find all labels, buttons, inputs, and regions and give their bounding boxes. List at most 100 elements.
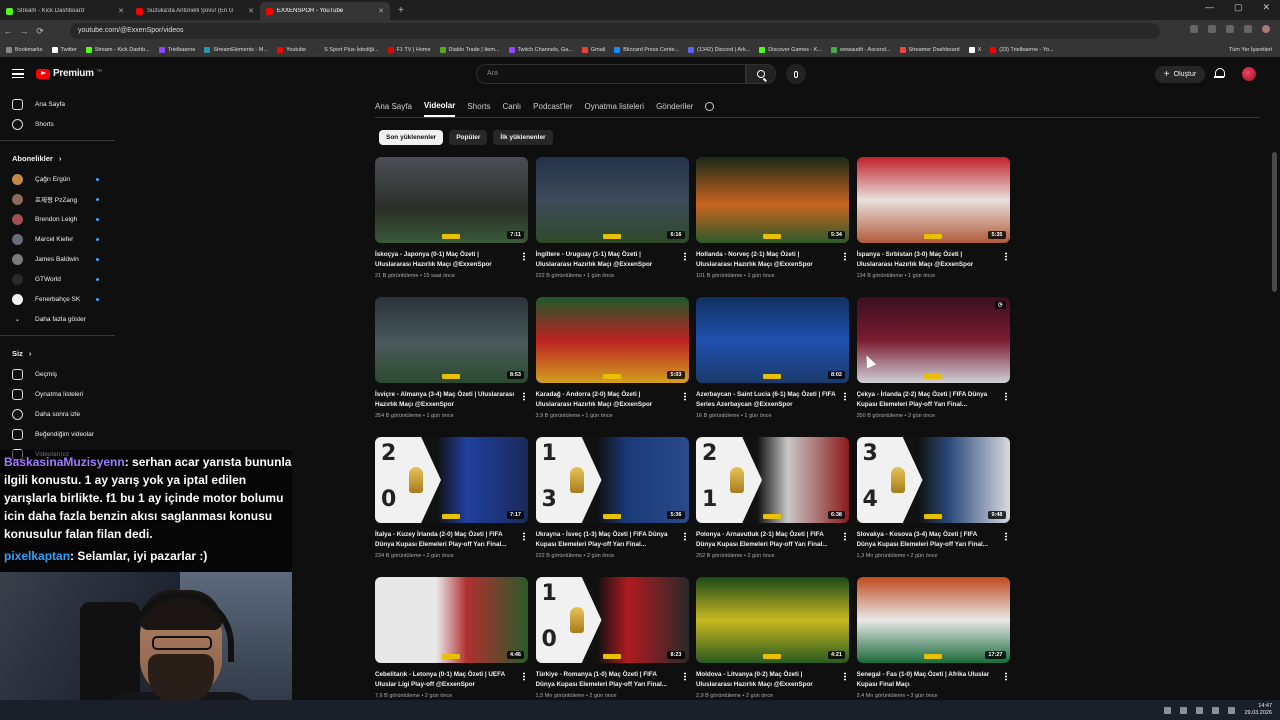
video-thumbnail[interactable]: 1 3 5:36 [535, 437, 689, 523]
search-button[interactable] [746, 64, 776, 84]
more-actions-icon[interactable] [1004, 392, 1007, 401]
bookmark-item[interactable]: F1 TV | Home [387, 46, 431, 53]
video-title[interactable]: Hollanda - Norveç (2-1) Maç Özeti | Ulus… [696, 250, 836, 269]
browser-tab[interactable]: Stream - Kick Dashboard ✕ [0, 2, 130, 20]
bookmark-item[interactable]: StreamElements - M... [204, 46, 268, 53]
maximize-icon[interactable]: ▢ [1234, 2, 1243, 13]
back-icon[interactable]: ← [0, 26, 16, 36]
sidebar-item-history[interactable]: Geçmiş [0, 364, 115, 384]
menu-icon[interactable] [12, 69, 24, 78]
search-input[interactable]: Ara [476, 64, 746, 84]
profile-icon[interactable] [1262, 25, 1270, 33]
video-title[interactable]: İtalya - Kuzey İrlanda (2-0) Maç Özeti |… [375, 530, 515, 549]
bookmark-item[interactable]: Discover Games - K... [759, 46, 822, 53]
browser-tab[interactable]: Suzuka'da Antonelli Şovu! (En G ✕ [130, 2, 260, 20]
more-actions-icon[interactable] [1004, 252, 1007, 261]
video-title[interactable]: Polonya - Arnavutluk (2-1) Maç Özeti | F… [696, 530, 836, 549]
video-title[interactable]: İsviçre - Almanya (3-4) Maç Özeti | Ulus… [375, 390, 515, 409]
more-actions-icon[interactable] [683, 672, 686, 681]
bookmark-item[interactable]: Streamer Dashboard [899, 46, 960, 53]
close-tab-icon[interactable]: ✕ [248, 7, 254, 15]
more-actions-icon[interactable] [844, 532, 846, 541]
extension-icon[interactable] [1190, 25, 1198, 33]
tab-videolar[interactable]: Videolar [423, 101, 456, 117]
filter-chip[interactable]: İlk yüklenenler [493, 130, 553, 145]
tray-icon[interactable] [1196, 706, 1204, 714]
video-thumbnail[interactable]: ◷ [856, 297, 1010, 383]
bookmark-item[interactable]: Stream - Kick Dashb... [85, 46, 150, 53]
bookmark-item[interactable]: (1342) Discord | Ark... [688, 46, 750, 53]
more-actions-icon[interactable] [523, 532, 525, 541]
sidebar-subscription[interactable]: 프제짱 PzZang [0, 189, 115, 209]
bookmark-item[interactable]: Youtube [277, 46, 306, 53]
url-input[interactable]: youtube.com/@ExxenSpor/videos [70, 23, 1160, 39]
forward-icon[interactable]: → [16, 26, 32, 36]
youtube-logo[interactable]: Premium TR [36, 68, 102, 79]
tab-podcast-ler[interactable]: Podcast'ler [533, 102, 572, 116]
extension-icon[interactable] [1208, 25, 1216, 33]
video-title[interactable]: Ukrayna - İsveç (1-3) Maç Özeti | FIFA D… [536, 530, 676, 549]
create-button[interactable]: + Oluştur [1155, 66, 1205, 83]
video-title[interactable]: Moldova - Litvanya (0-2) Maç Özeti | Ulu… [696, 670, 836, 689]
filter-chip[interactable]: Popüler [449, 130, 488, 145]
system-clock[interactable]: 14:47 29.03.2026 [1244, 703, 1272, 717]
bookmark-item[interactable]: Twitter [51, 46, 77, 53]
close-tab-icon[interactable]: ✕ [378, 7, 384, 15]
tab-oynatma-listeleri[interactable]: Oynatma listeleri [584, 102, 644, 116]
extension-icon[interactable] [1244, 25, 1252, 33]
video-thumbnail[interactable]: 1 0 8:23 [535, 577, 689, 663]
bookmark-item[interactable]: Gmail [581, 46, 605, 53]
video-title[interactable]: İngiltere - Uruguay (1-1) Maç Özeti | Ul… [536, 250, 676, 269]
watch-later-icon[interactable]: ◷ [994, 301, 1006, 309]
tab-ana-sayfa[interactable]: Ana Sayfa [375, 102, 412, 116]
sidebar-item-playlists[interactable]: Oynatma listeleri [0, 384, 115, 404]
sidebar-subscription[interactable]: Marcel Kiefer [0, 229, 115, 249]
channel-search-icon[interactable] [705, 102, 715, 111]
tray-icon[interactable] [1180, 706, 1188, 714]
bookmark-item[interactable]: Blizzard Press Cente... [614, 46, 679, 53]
more-actions-icon[interactable] [1004, 532, 1007, 541]
more-actions-icon[interactable] [683, 532, 686, 541]
more-actions-icon[interactable] [844, 672, 846, 681]
bookmark-item[interactable]: Diablo Trade | Item... [439, 46, 500, 53]
more-actions-icon[interactable] [1004, 672, 1007, 681]
video-thumbnail[interactable]: 8:02 [696, 297, 849, 383]
more-actions-icon[interactable] [844, 392, 846, 401]
sidebar-item-liked-videos[interactable]: Beğendiğim videolar [0, 424, 115, 444]
tab-canlı[interactable]: Canlı [502, 102, 521, 116]
video-title[interactable]: Türkiye - Romanya (1-0) Maç Özeti | FIFA… [536, 670, 676, 689]
new-tab-icon[interactable]: + [390, 2, 412, 20]
video-thumbnail[interactable]: 8:53 [375, 297, 528, 383]
bookmark-item[interactable]: Bookmarks [6, 46, 43, 53]
sidebar-subscription[interactable]: James Baldwin [0, 249, 115, 269]
sidebar-item-shorts[interactable]: Shorts [0, 114, 115, 134]
more-actions-icon[interactable] [523, 672, 525, 681]
video-thumbnail[interactable]: 7:11 [375, 157, 528, 243]
notifications-bell-icon[interactable] [1214, 68, 1225, 79]
close-window-icon[interactable]: ✕ [1262, 2, 1270, 13]
sidebar-subscription[interactable]: Fenerbahçe SK [0, 289, 115, 309]
bookmark-item[interactable]: X [968, 46, 981, 53]
video-title[interactable]: İspanya - Sırbistan (3-0) Maç Özeti | Ul… [857, 250, 997, 269]
filter-chip[interactable]: Son yüklenenler [379, 130, 444, 145]
video-thumbnail[interactable]: 6:16 [535, 157, 689, 243]
avatar[interactable] [1242, 67, 1256, 81]
sidebar-item-home[interactable]: Ana Sayfa [0, 94, 115, 114]
video-thumbnail[interactable]: 5:35 [856, 157, 1010, 243]
more-actions-icon[interactable] [683, 392, 686, 401]
video-title[interactable]: Karadağ - Andorra (2-0) Maç Özeti | Ulus… [536, 390, 676, 409]
minimize-icon[interactable]: — [1205, 2, 1214, 13]
video-title[interactable]: Slovakya - Kosova (3-4) Maç Özeti | FIFA… [857, 530, 997, 549]
video-title[interactable]: İskoçya - Japonya (0-1) Maç Özeti | Ulus… [375, 250, 515, 269]
video-thumbnail[interactable]: 2 1 6:38 [696, 437, 849, 523]
video-thumbnail[interactable]: 2 0 7:17 [375, 437, 528, 523]
sidebar-subscription[interactable]: GTWorld [0, 269, 115, 289]
video-title[interactable]: Çekya - İrlanda (2-2) Maç Özeti | FIFA D… [857, 390, 997, 409]
tray-icon[interactable] [1164, 706, 1172, 714]
video-thumbnail[interactable]: 5:03 [535, 297, 689, 383]
you-heading[interactable]: Siz › [0, 342, 115, 364]
video-title[interactable]: Cebelitarık - Letonya (0-1) Maç Özeti | … [375, 670, 515, 689]
tray-icon[interactable] [1228, 706, 1236, 714]
video-thumbnail[interactable]: 17:27 [856, 577, 1010, 663]
video-title[interactable]: Senegal - Fas (1-0) Maç Özeti | Afrika U… [857, 670, 997, 689]
